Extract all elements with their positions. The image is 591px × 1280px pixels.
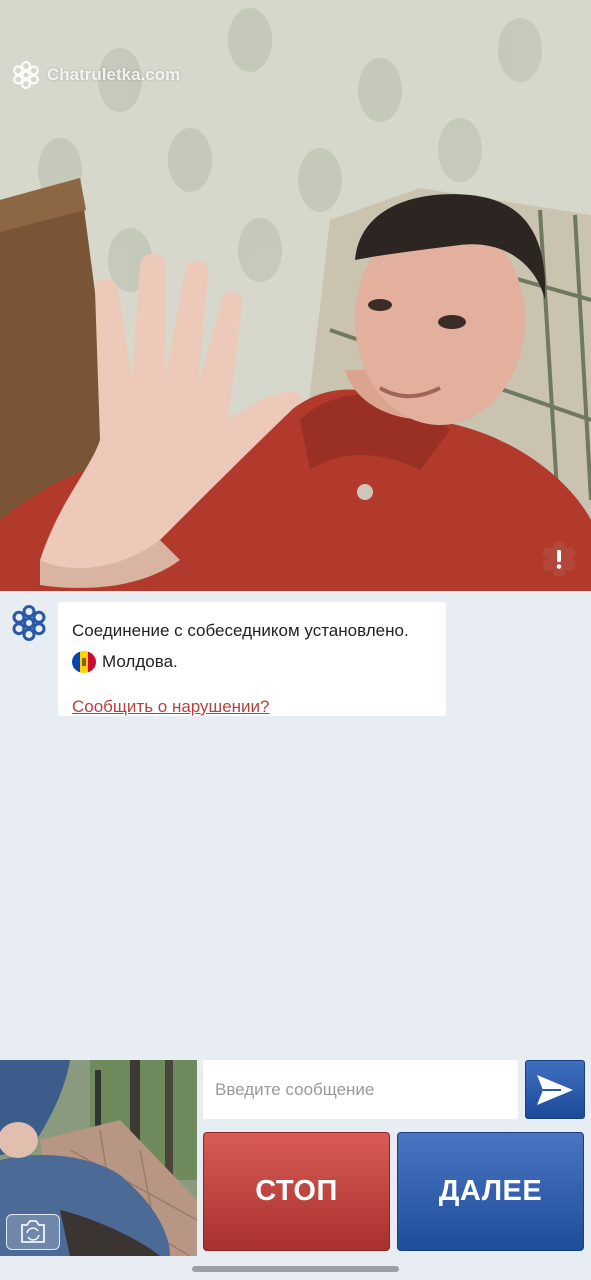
camera-flip-icon	[21, 1220, 45, 1243]
watermark-logo: Chatruletka.com	[11, 60, 180, 90]
home-indicator[interactable]	[192, 1266, 399, 1272]
remote-video: Chatruletka.com	[0, 0, 591, 591]
watermark-text: Chatruletka.com	[47, 65, 181, 84]
chat-area: Соединение с собеседником установлено. М…	[0, 591, 591, 1060]
self-camera-preview	[0, 1060, 197, 1256]
stop-button[interactable]: СТОП	[203, 1132, 390, 1251]
send-button[interactable]	[525, 1060, 585, 1119]
switch-camera-button[interactable]	[6, 1214, 60, 1250]
country-name: Молдова.	[102, 652, 178, 671]
flower-logo-icon	[13, 60, 39, 90]
connection-status-text: Соединение с собеседником установлено.	[72, 621, 409, 640]
system-message-card: Соединение с собеседником установлено. М…	[58, 602, 446, 716]
system-bot-avatar-icon	[10, 604, 48, 642]
exclamation-badge-icon[interactable]	[541, 541, 577, 577]
next-button[interactable]: ДАЛЕЕ	[397, 1132, 584, 1251]
moldova-flag-icon	[72, 651, 96, 673]
report-violation-link[interactable]: Сообщить о нарушении?	[72, 697, 269, 717]
send-arrow-icon	[537, 1074, 573, 1105]
message-input[interactable]	[203, 1060, 518, 1119]
partner-country: Молдова.	[72, 651, 178, 673]
